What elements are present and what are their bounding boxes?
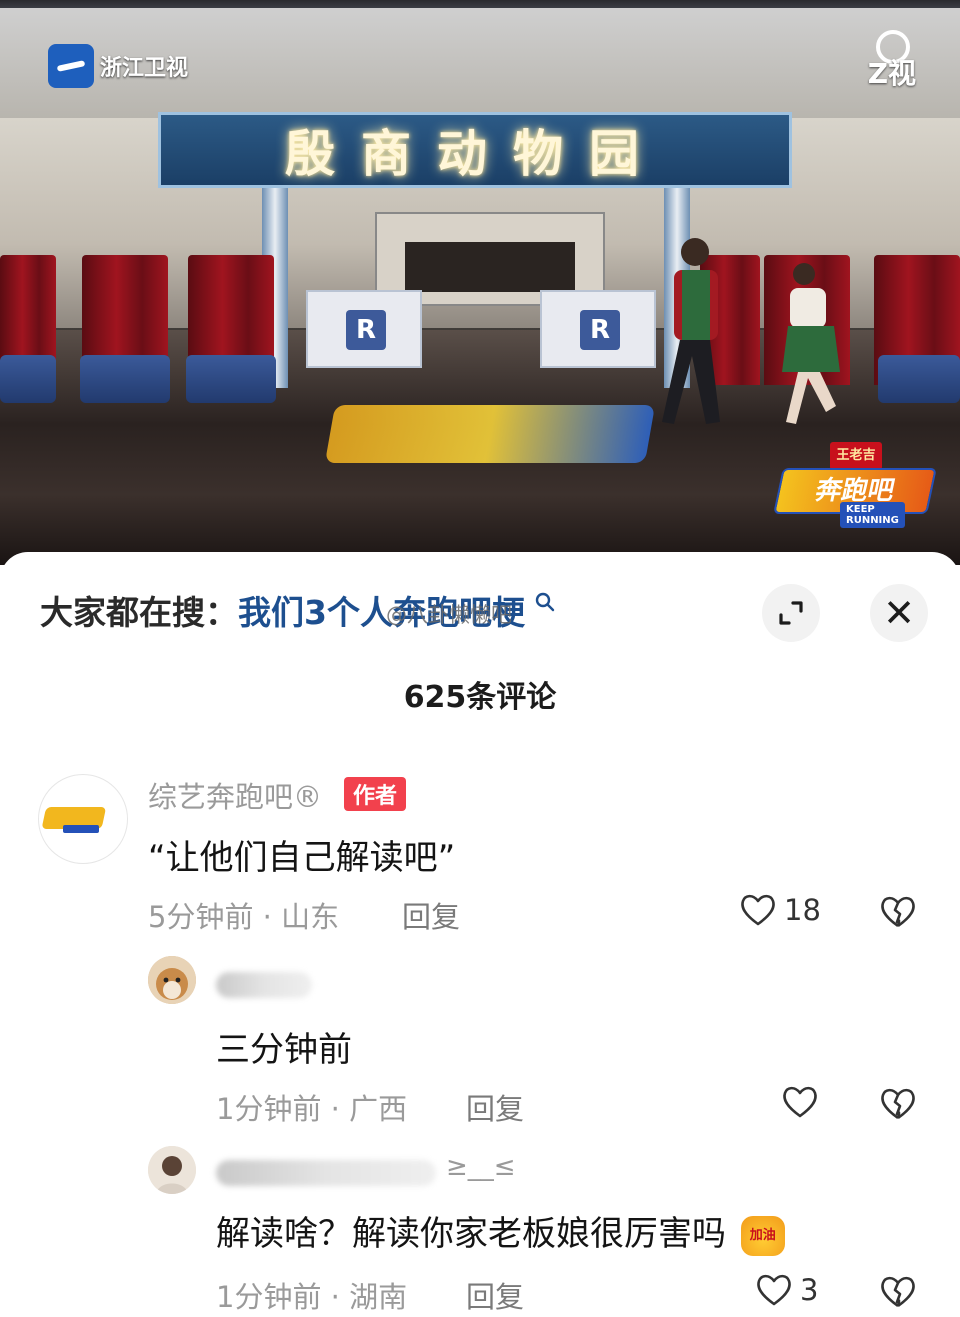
person-avatar-icon bbox=[148, 1146, 196, 1194]
show-avatar-icon bbox=[42, 807, 106, 833]
comment-count: 625条评论 bbox=[403, 680, 557, 715]
close-button[interactable]: ✕ bbox=[870, 584, 928, 642]
comment-meta: 5分钟前 · 山东 bbox=[148, 900, 340, 934]
reply-button[interactable]: 回复 bbox=[402, 894, 460, 936]
comment-text: 解读啥？解读你家老板娘很厉害吗 加油 bbox=[216, 1206, 785, 1256]
heart-icon bbox=[741, 894, 775, 926]
username-suffix: ≥__≤ bbox=[446, 1152, 516, 1182]
search-icon[interactable] bbox=[527, 592, 555, 618]
like-button[interactable]: 18 bbox=[738, 890, 821, 930]
jiayou-emoji: 加油 bbox=[740, 1215, 785, 1256]
stand-base bbox=[878, 355, 960, 403]
avatar[interactable] bbox=[38, 774, 128, 864]
comment-sheet: 大家都在搜：我们3个人奔跑吧梗 @八卦懒懒吧 ✕ 625条评论 综艺奔跑吧® 作… bbox=[0, 552, 960, 1317]
comment-text: “让他们自己解读吧” bbox=[148, 838, 456, 878]
desk-logo: R bbox=[580, 310, 620, 350]
comment-meta: 1分钟前 · 湖南 bbox=[216, 1280, 408, 1314]
broken-heart-icon bbox=[881, 1276, 915, 1308]
blurred-username[interactable] bbox=[216, 1160, 436, 1186]
comment-text: 三分钟前 bbox=[216, 1030, 352, 1070]
reply-button[interactable]: 回复 bbox=[466, 1086, 524, 1128]
comment-meta: 1分钟前 · 广西 bbox=[216, 1092, 408, 1126]
dislike-button[interactable] bbox=[878, 1272, 918, 1316]
comment-username[interactable]: 综艺奔跑吧® bbox=[148, 774, 322, 816]
close-icon: ✕ bbox=[883, 591, 915, 635]
dislike-button[interactable] bbox=[878, 1084, 918, 1128]
stand-base bbox=[0, 355, 56, 403]
zhejiang-tv-icon bbox=[48, 44, 94, 88]
like-count: 3 bbox=[800, 1273, 819, 1307]
walking-man bbox=[662, 238, 720, 424]
dislike-button[interactable] bbox=[878, 892, 918, 936]
reply-button[interactable]: 回复 bbox=[466, 1274, 524, 1316]
heart-icon bbox=[783, 1086, 817, 1118]
video-player[interactable]: 殷商动物园 R R 浙江卫视 Z视 王老吉 奔跑吧 KEEP RUNNING bbox=[0, 0, 960, 565]
gate-sign: 殷商动物园 bbox=[158, 112, 792, 188]
channel-name: 浙江卫视 bbox=[100, 56, 189, 81]
display-desk: R bbox=[306, 290, 422, 368]
stand-base bbox=[186, 355, 276, 403]
broken-heart-icon bbox=[881, 1088, 915, 1120]
gate-sign-text: 殷商动物园 bbox=[285, 124, 665, 183]
sponsor-badge: 王老吉 bbox=[830, 442, 882, 470]
broken-heart-icon bbox=[881, 896, 915, 928]
expand-button[interactable] bbox=[762, 584, 820, 642]
heart-icon bbox=[757, 1274, 791, 1306]
corner-logo-text: Z视 bbox=[867, 57, 916, 90]
show-subtitle: KEEP RUNNING bbox=[840, 502, 905, 528]
author-tag: 作者 bbox=[344, 777, 407, 811]
expand-icon bbox=[779, 601, 803, 625]
hamster-avatar-icon bbox=[148, 956, 196, 1004]
stand-base bbox=[80, 355, 170, 403]
channel-logo: 浙江卫视 bbox=[48, 44, 188, 88]
like-button[interactable] bbox=[780, 1082, 820, 1122]
avatar[interactable] bbox=[148, 1146, 196, 1194]
show-logo: 王老吉 奔跑吧 KEEP RUNNING bbox=[773, 442, 937, 528]
blurred-username[interactable] bbox=[216, 972, 312, 998]
watermark: @八卦懒懒吧 bbox=[386, 603, 512, 627]
floor-reflection-logo bbox=[324, 405, 656, 463]
running-woman bbox=[782, 263, 840, 424]
display-desk: R bbox=[540, 290, 656, 368]
desk-logo: R bbox=[346, 310, 386, 350]
trending-search-prefix: 大家都在搜： bbox=[40, 593, 238, 632]
like-count: 18 bbox=[784, 893, 821, 927]
like-button[interactable]: 3 bbox=[754, 1270, 818, 1310]
avatar[interactable] bbox=[148, 956, 196, 1004]
